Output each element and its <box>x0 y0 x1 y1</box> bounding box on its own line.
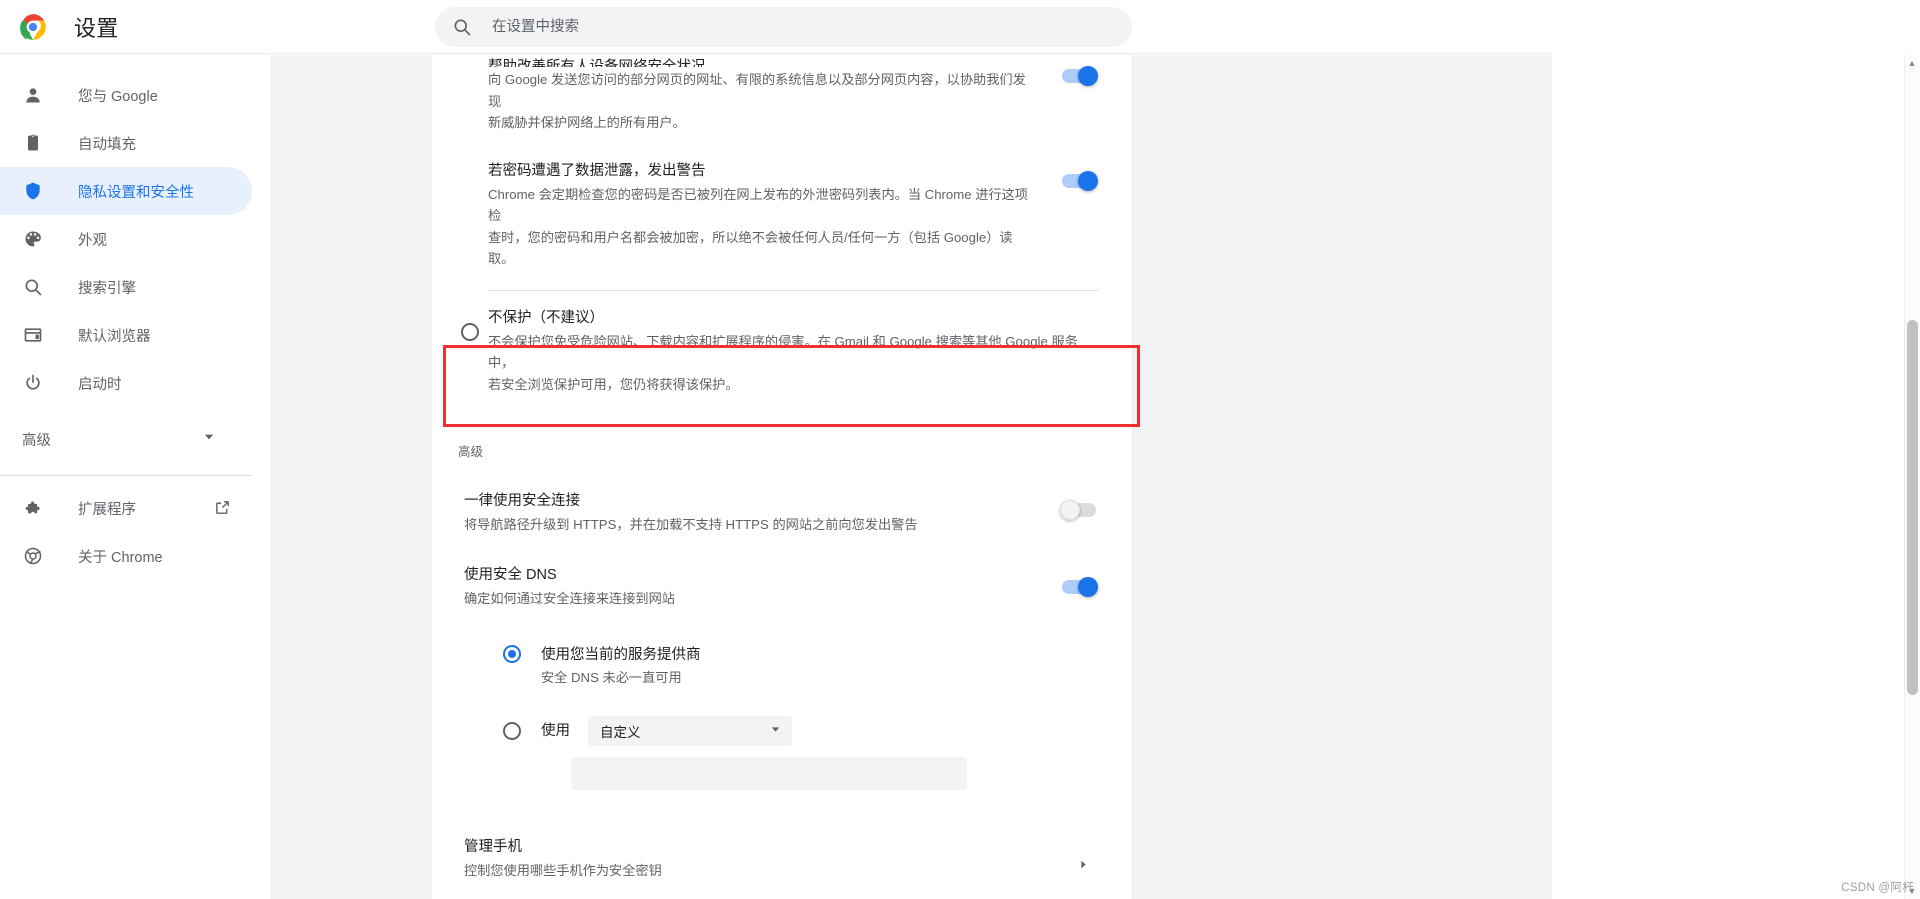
secure-dns-toggle[interactable] <box>1062 577 1098 597</box>
sidebar-divider <box>0 475 252 476</box>
person-icon <box>22 84 44 106</box>
dns-custom-prefix-label: 使用 <box>541 723 570 739</box>
sidebar-item-default-browser[interactable]: 默认浏览器 <box>0 311 252 359</box>
password-breach-desc-line1: Chrome 会定期检查您的密码是否已被列在网上发布的外泄密码列表内。当 Chr… <box>488 186 1028 224</box>
sidebar-item-autofill[interactable]: 自动填充 <box>0 119 252 167</box>
toggle-knob <box>1060 500 1080 520</box>
password-breach-toggle[interactable] <box>1062 170 1098 191</box>
enhanced-protection-toggle[interactable] <box>1062 66 1098 86</box>
enhanced-protection-title: 帮助改善所有人设备网络安全状况 <box>488 59 706 67</box>
scrollbar-up-arrow[interactable]: ▲ <box>1907 58 1917 68</box>
manage-phones-row[interactable]: 管理手机 控制您使用哪些手机作为安全密钥 <box>456 836 1108 899</box>
scrollbar-thumb[interactable] <box>1907 320 1918 695</box>
power-icon <box>22 372 44 394</box>
top-bar: 设置 <box>0 0 1568 54</box>
settings-card: 帮助改善所有人设备网络安全状况 向 Google 发送您访问的部分网页的网址、有… <box>432 55 1132 899</box>
password-breach-title: 若密码遭遇了数据泄露，发出警告 <box>488 162 706 179</box>
sidebar-item-label: 外观 <box>78 232 107 249</box>
sidebar-item-you-and-google[interactable]: 您与 Google <box>0 71 252 119</box>
dns-option-custom[interactable]: 使用 自定义 <box>456 716 1108 746</box>
chevron-down-icon <box>769 723 782 739</box>
browser-window-icon <box>22 324 44 346</box>
sidebar-item-privacy-and-security[interactable]: 隐私设置和安全性 <box>0 167 252 215</box>
sidebar-item-appearance[interactable]: 外观 <box>0 215 252 263</box>
https-only-toggle[interactable] <box>1060 500 1096 520</box>
no-protection-row: 不保护（不建议） 不会保护您免受危险网站、下载内容和扩展程序的侵害。在 Gmai… <box>456 291 1108 396</box>
toggle-knob <box>1078 66 1098 86</box>
toggle-knob <box>1078 170 1098 191</box>
sidebar-item-label: 您与 Google <box>78 88 158 105</box>
no-protection-title: 不保护（不建议） <box>488 309 604 326</box>
sidebar-item-about-chrome[interactable]: 关于 Chrome <box>0 532 252 580</box>
search-input[interactable] <box>492 9 1052 45</box>
manage-phones-desc: 控制您使用哪些手机作为安全密钥 <box>464 863 662 878</box>
no-protection-desc-line2: 若安全浏览保护可用，您仍将获得该保护。 <box>488 376 739 392</box>
enhanced-protection-desc-line1: 向 Google 发送您访问的部分网页的网址、有限的系统信息以及部分网页内容，以… <box>488 72 1026 109</box>
sidebar-advanced-label: 高级 <box>22 432 51 449</box>
vertical-scrollbar[interactable]: ▲ ▼ <box>1904 55 1920 899</box>
search-icon <box>452 17 472 37</box>
clipboard-icon <box>22 132 44 154</box>
password-breach-row: 若密码遭遇了数据泄露，发出警告 Chrome 会定期检查您的密码是否已被列在网上… <box>456 134 1108 270</box>
sidebar-item-label: 扩展程序 <box>78 501 136 518</box>
secure-dns-desc: 确定如何通过安全连接来连接到网站 <box>464 591 675 606</box>
sidebar-item-label: 关于 Chrome <box>78 549 163 566</box>
chrome-outline-icon <box>22 545 44 567</box>
sidebar-advanced-toggle[interactable]: 高级 <box>0 415 252 463</box>
right-blank-area <box>1552 0 1920 899</box>
advanced-section-header: 高级 <box>458 445 484 459</box>
chrome-logo <box>19 13 47 41</box>
sidebar: 您与 Google 自动填充 隐私设置和安全性 外观 搜索引擎 默认浏览器 启动… <box>0 55 270 899</box>
puzzle-icon <box>22 497 44 519</box>
secure-dns-title: 使用安全 DNS <box>464 567 557 583</box>
shield-icon <box>22 180 44 202</box>
toggle-knob <box>1078 577 1098 597</box>
external-link-icon <box>214 499 232 517</box>
main-content: 帮助改善所有人设备网络安全状况 向 Google 发送您访问的部分网页的网址、有… <box>270 55 1552 899</box>
secure-dns-row: 使用安全 DNS 确定如何通过安全连接来连接到网站 <box>456 548 1108 610</box>
search-icon <box>22 276 44 298</box>
dns-provider-select[interactable]: 自定义 <box>588 716 792 746</box>
sidebar-item-search-engine[interactable]: 搜索引擎 <box>0 263 252 311</box>
page-title: 设置 <box>74 15 119 41</box>
chevron-down-icon <box>202 430 216 449</box>
no-protection-radio[interactable] <box>461 322 479 341</box>
dns-option-current-provider[interactable]: 使用您当前的服务提供商 安全 DNS 未必一直可用 <box>456 644 1108 689</box>
sidebar-item-label: 默认浏览器 <box>78 328 151 345</box>
dns-custom-radio[interactable] <box>503 722 521 740</box>
password-breach-desc-line2: 查时，您的密码和用户名都会被加密，所以绝不会被任何人员/任何一方（包括 Goog… <box>488 229 1013 267</box>
https-only-title: 一律使用安全连接 <box>464 493 580 509</box>
palette-icon <box>22 228 44 250</box>
dns-current-provider-desc: 安全 DNS 未必一直可用 <box>541 669 682 685</box>
settings-page: 设置 您与 Google 自 <box>0 0 1920 899</box>
dns-current-provider-radio[interactable] <box>503 644 521 663</box>
sidebar-item-label: 搜索引擎 <box>78 280 136 297</box>
watermark: CSDN @阿杆 <box>1841 882 1914 894</box>
sidebar-item-label: 隐私设置和安全性 <box>78 184 194 201</box>
https-only-desc: 将导航路径升级到 HTTPS，并在加载不支持 HTTPS 的网站之前向您发出警告 <box>464 517 918 532</box>
sidebar-item-label: 启动时 <box>78 376 122 393</box>
enhanced-protection-row: 帮助改善所有人设备网络安全状况 向 Google 发送您访问的部分网页的网址、有… <box>456 55 1108 134</box>
no-protection-desc-line1: 不会保护您免受危险网站、下载内容和扩展程序的侵害。在 Gmail 和 Googl… <box>488 333 1078 371</box>
search-box[interactable] <box>435 7 1132 47</box>
dns-current-provider-label: 使用您当前的服务提供商 <box>541 646 701 663</box>
enhanced-protection-desc-line2: 新威胁并保护网络上的所有用户。 <box>488 115 686 130</box>
https-only-row[interactable]: 一律使用安全连接 将导航路径升级到 HTTPS，并在加载不支持 HTTPS 的网… <box>456 466 1108 548</box>
sidebar-item-label: 自动填充 <box>78 136 136 153</box>
sidebar-item-on-startup[interactable]: 启动时 <box>0 359 252 407</box>
dns-provider-select-value: 自定义 <box>600 725 641 740</box>
sidebar-item-extensions[interactable]: 扩展程序 <box>0 484 252 532</box>
manage-phones-title: 管理手机 <box>464 839 522 855</box>
dns-custom-input[interactable] <box>571 757 967 790</box>
chevron-right-icon <box>1077 858 1090 876</box>
